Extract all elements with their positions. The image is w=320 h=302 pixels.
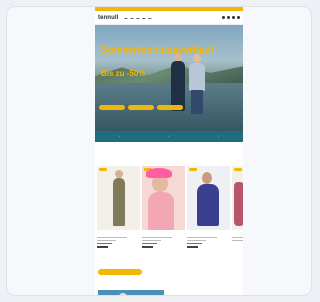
wishlist-icon[interactable] bbox=[232, 16, 235, 19]
main-nav: ▬ ▬ ▬ ▬ ▬ bbox=[124, 16, 222, 20]
hero-buttons bbox=[99, 105, 183, 110]
sale-badge bbox=[189, 168, 197, 171]
product-info bbox=[97, 235, 140, 248]
nav-item[interactable]: ▬ bbox=[136, 16, 139, 20]
usp-strip: • • • bbox=[95, 131, 243, 142]
hero-cta-button[interactable] bbox=[99, 105, 125, 110]
nav-item[interactable]: ▬ bbox=[130, 16, 133, 20]
nav-item[interactable]: ▬ bbox=[148, 16, 151, 20]
product-card[interactable] bbox=[187, 166, 230, 230]
header-icons bbox=[222, 16, 240, 19]
search-icon[interactable] bbox=[222, 16, 225, 19]
hero-banner[interactable]: Sommerschlussverkauf Bis zu -50% • • • bbox=[95, 25, 243, 142]
product-info bbox=[232, 235, 243, 248]
webpage-preview[interactable]: tennull ▬ ▬ ▬ ▬ ▬ Sommerschlussverkauf B… bbox=[95, 7, 243, 295]
product-card[interactable] bbox=[142, 166, 185, 230]
preview-card: tennull ▬ ▬ ▬ ▬ ▬ Sommerschlussverkauf B… bbox=[6, 6, 312, 296]
account-icon[interactable] bbox=[227, 16, 230, 19]
usp-item: • bbox=[217, 135, 219, 138]
site-header: tennull ▬ ▬ ▬ ▬ ▬ bbox=[95, 11, 243, 25]
hero-cta-button[interactable] bbox=[128, 105, 154, 110]
hero-discount: Bis zu -50% bbox=[101, 69, 146, 78]
site-logo[interactable]: tennull bbox=[98, 15, 118, 21]
hero-cta-button[interactable] bbox=[157, 105, 183, 110]
hero-title: Sommerschlussverkauf bbox=[101, 45, 214, 56]
product-info-row bbox=[97, 235, 243, 248]
content-teaser-image[interactable] bbox=[98, 290, 164, 295]
sale-badge bbox=[234, 168, 242, 171]
nav-item[interactable]: ▬ bbox=[124, 16, 127, 20]
usp-item: • bbox=[119, 135, 121, 138]
sale-badge bbox=[99, 168, 107, 171]
nav-item[interactable]: ▬ bbox=[142, 16, 145, 20]
product-card[interactable] bbox=[97, 166, 140, 230]
product-carousel bbox=[97, 166, 243, 230]
product-info bbox=[142, 235, 185, 248]
product-info bbox=[187, 235, 230, 248]
usp-item: • bbox=[168, 135, 170, 138]
view-all-button[interactable] bbox=[98, 269, 142, 275]
product-card[interactable] bbox=[232, 166, 243, 230]
cart-icon[interactable] bbox=[237, 16, 240, 19]
